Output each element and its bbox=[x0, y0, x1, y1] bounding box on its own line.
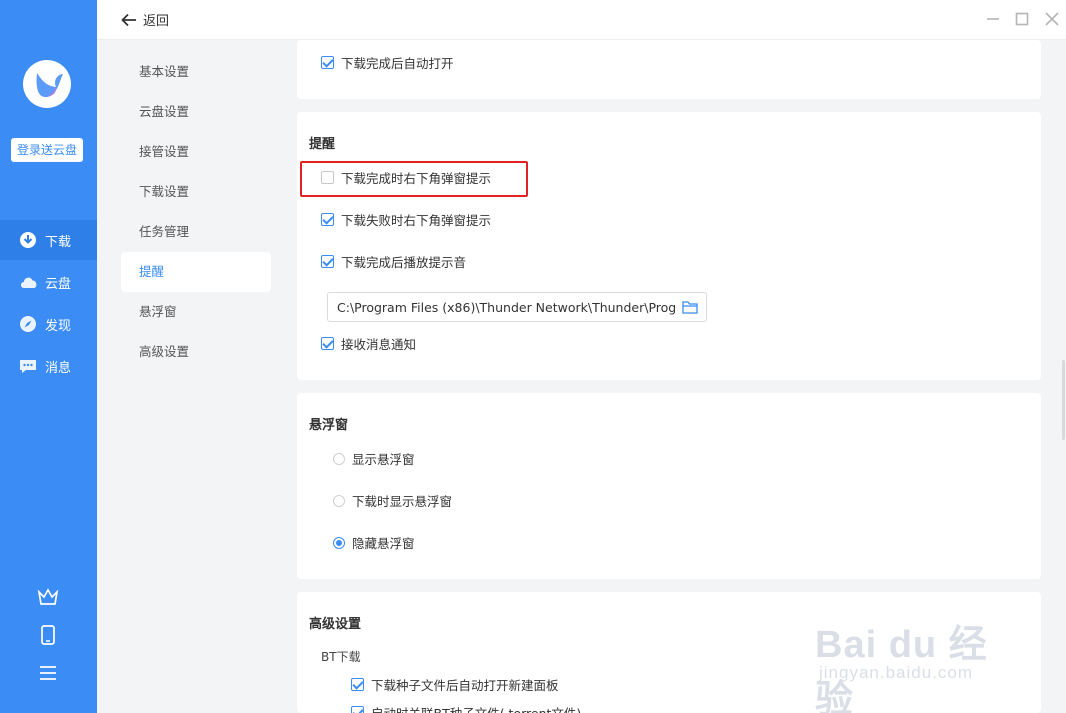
auto-open-checkbox[interactable] bbox=[321, 56, 334, 69]
notify-option[interactable]: 接收消息通知 bbox=[321, 334, 416, 353]
close-icon[interactable] bbox=[1043, 10, 1061, 28]
sound-path-input[interactable]: C:\Program Files (x86)\Thunder Network\T… bbox=[327, 292, 707, 322]
menu-icon[interactable] bbox=[37, 662, 59, 684]
bt-assoc-checkbox[interactable] bbox=[351, 706, 364, 713]
bt-assoc-label: 启动时关联BT种子文件(.torrent文件) bbox=[371, 703, 581, 713]
floatwin-option-label: 显示悬浮窗 bbox=[352, 452, 415, 467]
bt-auto-open-label: 下载种子文件后自动打开新建面板 bbox=[371, 678, 559, 693]
message-icon bbox=[19, 357, 37, 375]
title-bar: 返回 bbox=[97, 0, 1066, 40]
back-button[interactable]: 返回 bbox=[121, 10, 169, 29]
floatwin-radio[interactable] bbox=[333, 494, 345, 507]
sound-label: 下载完成后播放提示音 bbox=[341, 255, 467, 270]
minimize-icon[interactable] bbox=[984, 10, 1002, 28]
left-rail: 登录送云盘 下载 云盘 发现 消息 bbox=[0, 0, 97, 713]
notify-label: 接收消息通知 bbox=[341, 337, 417, 352]
compass-icon bbox=[19, 315, 37, 333]
bt-section-label: BT下载 bbox=[321, 650, 361, 664]
folder-icon[interactable] bbox=[682, 300, 698, 314]
floatwin-radio[interactable] bbox=[333, 536, 345, 549]
rail-item-label: 云盘 bbox=[45, 276, 72, 292]
sound-option[interactable]: 下载完成后播放提示音 bbox=[321, 252, 466, 271]
floatwin-option-label: 隐藏悬浮窗 bbox=[352, 536, 415, 551]
floatwin-radio[interactable] bbox=[333, 452, 345, 465]
advanced-card: 高级设置 BT下载 下载种子文件后自动打开新建面板 启动时关联BT种子文件(.t… bbox=[297, 592, 1041, 713]
popup-fail-option[interactable]: 下载失败时右下角弹窗提示 bbox=[321, 210, 491, 229]
nav-item-download[interactable]: 下载设置 bbox=[121, 172, 271, 212]
auto-open-option[interactable]: 下载完成后自动打开 bbox=[321, 53, 454, 72]
cloud-icon bbox=[19, 273, 37, 291]
back-label: 返回 bbox=[143, 14, 170, 29]
floatwin-option-show[interactable]: 显示悬浮窗 bbox=[333, 449, 415, 468]
popup-fail-checkbox[interactable] bbox=[321, 213, 334, 226]
floatwin-card: 悬浮窗 显示悬浮窗 下载时显示悬浮窗 隐藏悬浮窗 bbox=[297, 393, 1041, 579]
rail-item-label: 消息 bbox=[45, 360, 72, 376]
crown-icon[interactable] bbox=[37, 586, 59, 608]
nav-item-basic[interactable]: 基本设置 bbox=[121, 52, 271, 92]
login-cloud-button[interactable]: 登录送云盘 bbox=[11, 138, 83, 162]
settings-nav: 基本设置 云盘设置 接管设置 下载设置 任务管理 提醒 悬浮窗 高级设置 bbox=[97, 40, 284, 713]
bt-auto-open-checkbox[interactable] bbox=[351, 678, 364, 691]
rail-item-discover[interactable]: 发现 bbox=[0, 304, 97, 344]
maximize-icon[interactable] bbox=[1013, 10, 1031, 28]
download-icon bbox=[19, 231, 37, 249]
nav-item-takeover[interactable]: 接管设置 bbox=[121, 132, 271, 172]
rail-item-cloud[interactable]: 云盘 bbox=[0, 262, 97, 302]
floatwin-option-download[interactable]: 下载时显示悬浮窗 bbox=[333, 491, 452, 510]
popup-fail-label: 下载失败时右下角弹窗提示 bbox=[341, 213, 492, 228]
rail-item-label: 发现 bbox=[45, 318, 72, 334]
advanced-title: 高级设置 bbox=[309, 617, 362, 632]
nav-item-advanced[interactable]: 高级设置 bbox=[121, 332, 271, 372]
bt-auto-open-option[interactable]: 下载种子文件后自动打开新建面板 bbox=[351, 675, 559, 694]
bt-assoc-option[interactable]: 启动时关联BT种子文件(.torrent文件) bbox=[351, 703, 581, 713]
remind-card: 提醒 下载完成时右下角弹窗提示 下载失败时右下角弹窗提示 下载完成后播放提示音 … bbox=[297, 112, 1041, 380]
floatwin-option-hide[interactable]: 隐藏悬浮窗 bbox=[333, 533, 415, 552]
nav-item-tasks[interactable]: 任务管理 bbox=[121, 212, 271, 252]
rail-item-label: 下载 bbox=[45, 234, 72, 250]
sound-checkbox[interactable] bbox=[321, 255, 334, 268]
app-logo bbox=[23, 60, 71, 108]
highlight-box bbox=[300, 161, 528, 197]
back-arrow-icon bbox=[121, 13, 136, 26]
notify-checkbox[interactable] bbox=[321, 337, 334, 350]
scrollbar[interactable] bbox=[1062, 360, 1065, 440]
rail-item-messages[interactable]: 消息 bbox=[0, 346, 97, 386]
nav-item-cloud[interactable]: 云盘设置 bbox=[121, 92, 271, 132]
phone-icon[interactable] bbox=[37, 624, 59, 646]
sound-path-value: C:\Program Files (x86)\Thunder Network\T… bbox=[337, 299, 675, 315]
rail-item-download[interactable]: 下载 bbox=[0, 220, 97, 260]
remind-title: 提醒 bbox=[309, 137, 336, 152]
floatwin-option-label: 下载时显示悬浮窗 bbox=[352, 494, 453, 509]
download-settings-card: 下载完成后自动打开 bbox=[297, 40, 1041, 99]
nav-item-floatwin[interactable]: 悬浮窗 bbox=[121, 292, 271, 332]
nav-item-remind[interactable]: 提醒 bbox=[121, 252, 271, 292]
floatwin-title: 悬浮窗 bbox=[309, 418, 349, 433]
auto-open-label: 下载完成后自动打开 bbox=[341, 56, 454, 71]
